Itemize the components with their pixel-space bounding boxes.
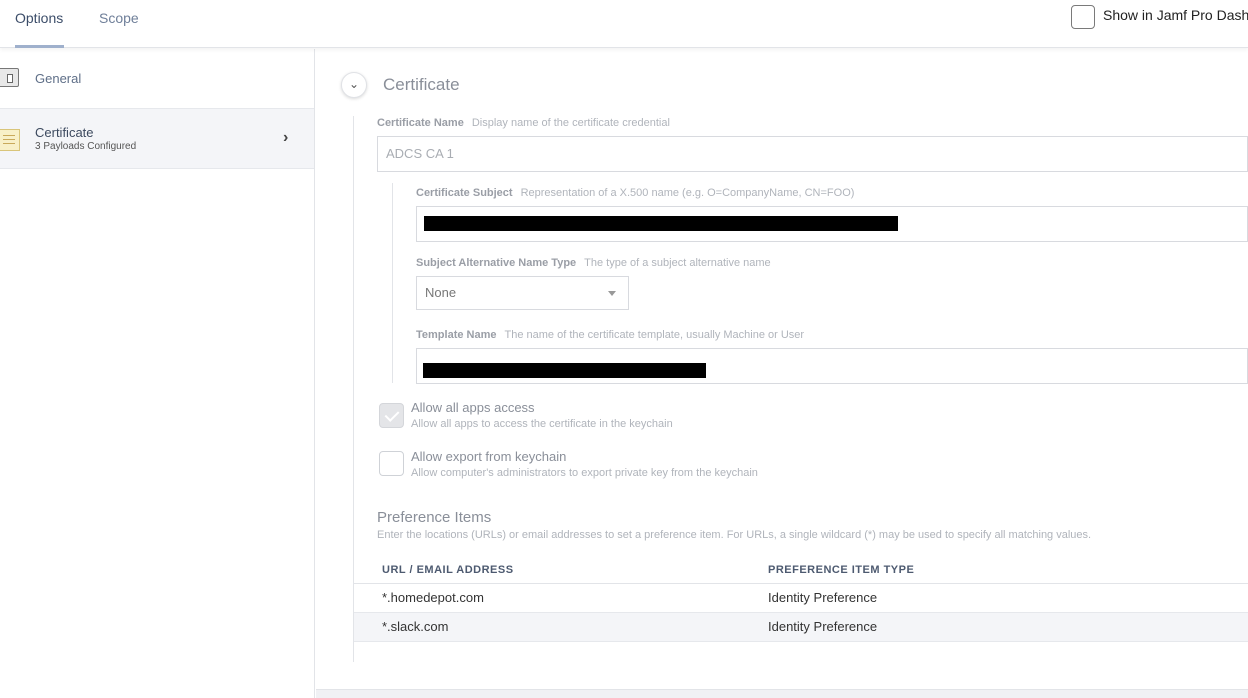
table-header: URL / EMAIL ADDRESS PREFERENCE ITEM TYPE <box>354 556 1248 584</box>
field-label-text: Certificate Subject <box>416 187 513 199</box>
chevron-down-icon: ⌄ <box>348 77 360 91</box>
cell-url: *.slack.com <box>382 619 449 634</box>
field-label-text: Subject Alternative Name Type <box>416 257 577 269</box>
cert-subject-label: Certificate Subject Representation of a X… <box>416 187 854 199</box>
certificate-icon <box>0 129 20 151</box>
field-label-text: Template Name <box>416 329 497 341</box>
sidebar-item-subtitle: 3 Payloads Configured <box>35 141 137 152</box>
cert-name-input[interactable]: ADCS CA 1 <box>377 136 1248 172</box>
payload-sidebar: General Certificate 3 Payloads Configure… <box>0 49 315 698</box>
preference-items-hint: Enter the locations (URLs) or email addr… <box>377 529 1092 541</box>
field-hint: The type of a subject alternative name <box>584 257 771 269</box>
table-row[interactable]: *.slack.com Identity Preference <box>354 613 1248 642</box>
tab-scope[interactable]: Scope <box>99 10 139 26</box>
sidebar-item-certificate[interactable]: Certificate 3 Payloads Configured › <box>0 109 314 169</box>
table-row[interactable]: *.homedepot.com Identity Preference <box>354 584 1248 613</box>
collapse-section-button[interactable]: ⌄ <box>341 72 367 98</box>
san-type-select[interactable]: None <box>416 276 629 310</box>
cell-type: Identity Preference <box>768 590 878 605</box>
sidebar-item-label: General <box>35 71 82 86</box>
footer-bar <box>316 689 1248 698</box>
field-hint: The name of the certificate template, us… <box>504 329 805 341</box>
sidebar-item-general[interactable]: General <box>0 49 314 109</box>
tab-options[interactable]: Options <box>15 10 63 26</box>
redaction-bar <box>424 216 898 231</box>
redaction-bar <box>423 363 706 378</box>
allow-all-apps-label: Allow all apps access <box>411 400 535 415</box>
allow-export-checkbox[interactable] <box>379 451 404 476</box>
column-header-url: URL / EMAIL ADDRESS <box>382 564 514 576</box>
cert-name-label: Certificate Name Display name of the cert… <box>377 117 670 129</box>
top-tab-bar: Options Scope Show in Jamf Pro Dash <box>0 0 1248 48</box>
column-header-type: PREFERENCE ITEM TYPE <box>768 564 915 576</box>
general-settings-icon <box>0 68 19 87</box>
section-title: Certificate <box>383 75 460 94</box>
template-name-label: Template Name The name of the certificate… <box>416 329 804 341</box>
san-type-label: Subject Alternative Name Type The type of… <box>416 257 771 269</box>
sidebar-item-label: Certificate <box>35 125 94 140</box>
select-value: None <box>425 285 457 300</box>
field-hint: Representation of a X.500 name (e.g. O=C… <box>520 187 855 199</box>
caret-down-icon <box>608 291 616 296</box>
allow-all-apps-hint: Allow all apps to access the certificate… <box>411 418 673 430</box>
allow-export-hint: Allow computer's administrators to expor… <box>411 467 758 479</box>
allow-export-label: Allow export from keychain <box>411 449 567 464</box>
cell-type: Identity Preference <box>768 619 878 634</box>
preference-items-title: Preference Items <box>377 509 492 526</box>
nested-divider <box>392 183 393 383</box>
allow-all-apps-checkbox[interactable] <box>379 403 404 428</box>
field-label-text: Certificate Name <box>377 117 464 129</box>
show-in-dashboard-checkbox[interactable] <box>1071 5 1095 29</box>
active-tab-indicator <box>15 45 64 48</box>
show-in-dashboard-label: Show in Jamf Pro Dash <box>1103 7 1248 23</box>
field-hint: Display name of the certificate credenti… <box>471 117 670 129</box>
cell-url: *.homedepot.com <box>382 590 484 605</box>
chevron-right-icon: › <box>283 129 289 146</box>
